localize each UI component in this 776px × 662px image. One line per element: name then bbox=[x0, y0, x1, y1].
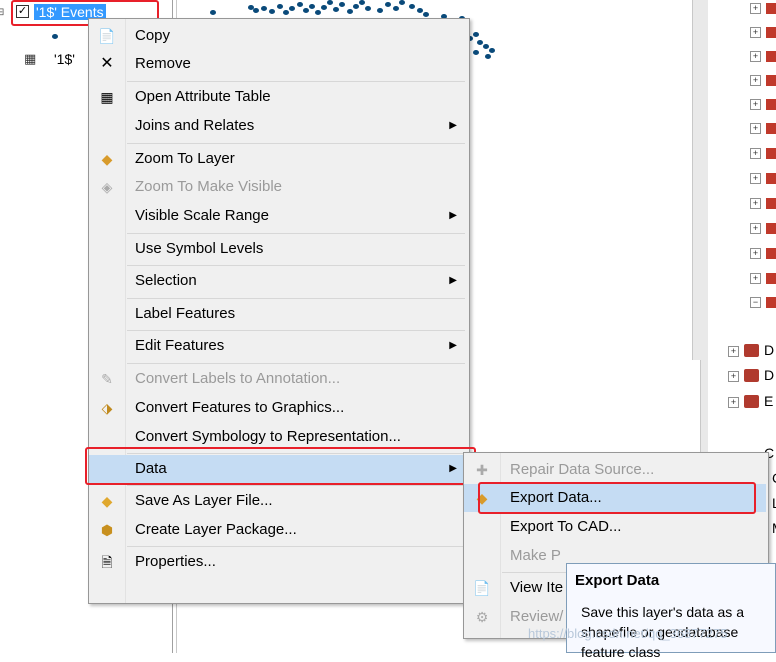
menu-item-remove[interactable]: ✕ Remove bbox=[89, 50, 467, 78]
menu-separator bbox=[127, 81, 465, 82]
expand-icon[interactable]: + bbox=[750, 273, 761, 284]
menu-item-convert-labels-to-annotation[interactable]: ✎ Convert Labels to Annotation... bbox=[89, 365, 467, 393]
submenu-arrow-icon: ▶ bbox=[449, 210, 457, 221]
submenu-arrow-icon: ▶ bbox=[449, 340, 457, 351]
expand-icon[interactable]: + bbox=[750, 223, 761, 234]
catalog-item-label[interactable]: D bbox=[764, 367, 774, 383]
expand-icon[interactable]: + bbox=[750, 51, 761, 62]
collapse-icon[interactable]: − bbox=[750, 297, 761, 308]
annotation-box-data bbox=[85, 447, 476, 485]
table-icon: ▦ bbox=[24, 51, 37, 66]
table-name-label: '1$' bbox=[54, 51, 75, 67]
menu-item-edit-features[interactable]: Edit Features ▶ bbox=[89, 332, 467, 360]
watermark: https://blog.csdn.net/qq_36877275 bbox=[528, 626, 728, 641]
point-symbol-icon bbox=[52, 34, 58, 39]
menu-separator bbox=[127, 330, 465, 331]
menu-item-zoom-to-make-visible[interactable]: ◈ Zoom To Make Visible bbox=[89, 173, 467, 201]
layer-context-menu: 📄 Copy ✕ Remove ▦ Open Attribute Table J… bbox=[88, 18, 470, 604]
catalog-scroll-gutter bbox=[692, 0, 708, 360]
document-icon: 📄 bbox=[473, 580, 491, 596]
menu-item-zoom-to-layer[interactable]: ◆ Zoom To Layer bbox=[89, 145, 467, 173]
feature-class-icon bbox=[766, 173, 776, 184]
menu-item-save-as-layer-file[interactable]: ◆ Save As Layer File... bbox=[89, 487, 467, 515]
catalog-item-label[interactable]: D bbox=[764, 342, 774, 358]
geodatabase-icon bbox=[744, 395, 759, 408]
menu-item-create-layer-package[interactable]: ⬢ Create Layer Package... bbox=[89, 516, 467, 544]
annotation-icon: ✎ bbox=[101, 371, 113, 387]
expand-icon[interactable]: + bbox=[750, 148, 761, 159]
feature-class-icon bbox=[766, 27, 776, 38]
layer-file-icon: ◆ bbox=[101, 493, 113, 509]
tooltip-title: Export Data bbox=[575, 572, 660, 589]
menu-item-label-features[interactable]: Label Features bbox=[89, 300, 467, 328]
expand-icon[interactable]: + bbox=[728, 397, 739, 408]
expand-icon[interactable]: + bbox=[750, 198, 761, 209]
catalog-item-label[interactable]: L bbox=[772, 495, 776, 511]
remove-icon: ✕ bbox=[100, 55, 114, 72]
feature-class-icon bbox=[766, 51, 776, 62]
table-icon: ▦ bbox=[100, 89, 114, 105]
expand-icon[interactable]: + bbox=[728, 346, 739, 357]
expand-icon[interactable]: + bbox=[750, 27, 761, 38]
feature-class-icon bbox=[766, 198, 776, 209]
expand-icon[interactable]: + bbox=[750, 75, 761, 86]
menu-separator bbox=[127, 233, 465, 234]
menu-item-selection[interactable]: Selection ▶ bbox=[89, 267, 467, 295]
feature-class-icon bbox=[766, 148, 776, 159]
feature-class-icon bbox=[766, 75, 776, 86]
menu-separator bbox=[127, 485, 465, 486]
graphics-icon: ⬗ bbox=[101, 400, 113, 416]
catalog-item-label[interactable]: E bbox=[764, 393, 773, 409]
geodatabase-icon bbox=[744, 369, 759, 382]
menu-separator bbox=[127, 363, 465, 364]
feature-class-icon bbox=[766, 248, 776, 259]
expand-icon[interactable]: + bbox=[750, 123, 761, 134]
menu-item-use-symbol-levels[interactable]: Use Symbol Levels bbox=[89, 235, 467, 263]
repair-icon: ✚ bbox=[476, 462, 488, 478]
zoom-visible-icon: ◈ bbox=[101, 179, 113, 195]
expand-icon[interactable]: + bbox=[750, 248, 761, 259]
expand-icon[interactable]: + bbox=[750, 3, 761, 14]
menu-separator bbox=[127, 143, 465, 144]
catalog-item-label[interactable]: C bbox=[772, 470, 776, 486]
copy-icon: 📄 bbox=[98, 28, 116, 44]
menu-separator bbox=[127, 298, 465, 299]
feature-class-icon bbox=[766, 223, 776, 234]
tree-connector-icon: ⊟ bbox=[0, 7, 5, 18]
menu-separator bbox=[127, 265, 465, 266]
expand-icon[interactable]: + bbox=[750, 173, 761, 184]
feature-class-icon bbox=[766, 3, 776, 14]
menu-item-copy[interactable]: 📄 Copy bbox=[89, 22, 467, 50]
menu-item-open-attribute-table[interactable]: ▦ Open Attribute Table bbox=[89, 83, 467, 111]
menu-item-repair-data-source[interactable]: ✚ Repair Data Source... bbox=[464, 456, 766, 484]
review-icon: ⚙ bbox=[475, 609, 489, 625]
feature-class-icon bbox=[766, 123, 776, 134]
feature-class-icon bbox=[766, 99, 776, 110]
menu-item-export-to-cad[interactable]: Export To CAD... bbox=[464, 513, 766, 541]
annotation-box-export-data bbox=[478, 482, 756, 514]
zoom-layer-icon: ◆ bbox=[101, 151, 113, 167]
menu-separator bbox=[127, 546, 465, 547]
layer-package-icon: ⬢ bbox=[100, 522, 114, 538]
feature-class-icon bbox=[766, 273, 776, 284]
menu-item-visible-scale-range[interactable]: Visible Scale Range ▶ bbox=[89, 202, 467, 230]
expand-icon[interactable]: + bbox=[728, 371, 739, 382]
catalog-item-label[interactable]: M bbox=[772, 520, 776, 536]
properties-icon: 🗎 bbox=[101, 554, 113, 570]
geodatabase-icon bbox=[744, 344, 759, 357]
submenu-arrow-icon: ▶ bbox=[449, 120, 457, 131]
menu-item-joins-and-relates[interactable]: Joins and Relates ▶ bbox=[89, 112, 467, 140]
feature-class-icon bbox=[766, 297, 776, 308]
menu-item-convert-features-to-graphics[interactable]: ⬗ Convert Features to Graphics... bbox=[89, 394, 467, 422]
submenu-arrow-icon: ▶ bbox=[449, 275, 457, 286]
expand-icon[interactable]: + bbox=[750, 99, 761, 110]
menu-item-properties[interactable]: 🗎 Properties... bbox=[89, 548, 467, 576]
